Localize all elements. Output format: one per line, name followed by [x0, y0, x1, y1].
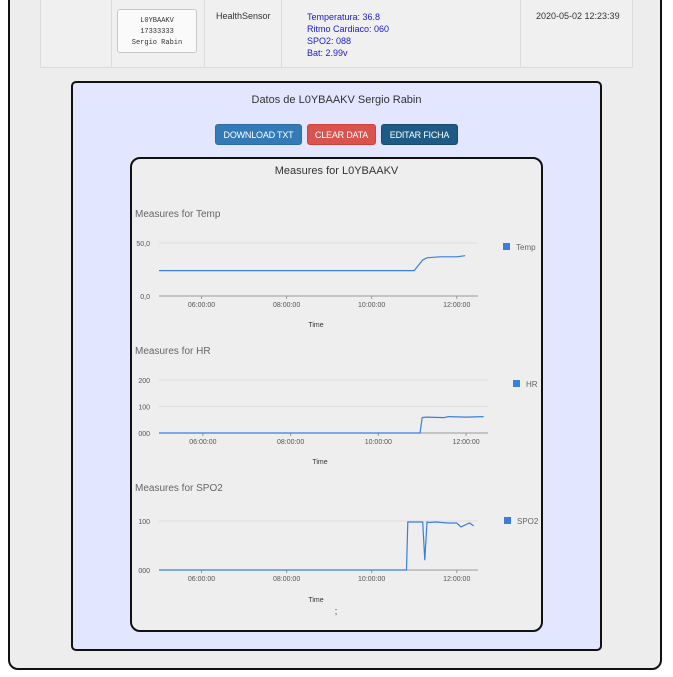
x-tick-label: 10:00:00 — [358, 576, 385, 583]
x-axis-label: Time — [312, 459, 327, 466]
legend-swatch — [504, 517, 511, 524]
legend-label: SPO2 — [517, 517, 539, 526]
series-line-hr — [159, 415, 484, 434]
x-tick-label: 08:00:00 — [273, 576, 300, 583]
x-tick-label: 06:00:00 — [189, 439, 216, 446]
x-axis-label: Time — [308, 597, 323, 604]
x-tick-label: 08:00:00 — [273, 302, 300, 309]
x-tick-label: 12:00:00 — [452, 439, 479, 446]
y-tick-label: 50,0 — [136, 241, 150, 248]
x-tick-label: 12:00:00 — [443, 576, 470, 583]
y-tick-label: 000 — [138, 431, 150, 438]
series-line-spo2 — [159, 521, 475, 571]
measure-charts: Measures for Temp 0,0 50,0 06:00:00 08:00:00… — [135, 209, 539, 616]
legend-label: HR — [526, 380, 538, 389]
y-tick-label: 200 — [138, 378, 150, 385]
chart-title: Measures for HR — [135, 346, 211, 357]
y-tick-label: 000 — [138, 568, 150, 575]
x-axis-label: Time — [308, 322, 323, 329]
footer-mark: ; — [335, 606, 338, 616]
legend-swatch — [513, 380, 520, 387]
x-tick-label: 06:00:00 — [188, 576, 215, 583]
chart-title: Measures for Temp — [135, 209, 221, 220]
x-tick-label: 06:00:00 — [188, 302, 215, 309]
legend-swatch — [503, 243, 510, 250]
y-tick-label: 100 — [138, 405, 150, 412]
x-tick-label: 08:00:00 — [277, 439, 304, 446]
series-line-temp — [159, 255, 466, 272]
x-tick-label: 12:00:00 — [443, 302, 470, 309]
legend-label: Temp — [516, 243, 536, 252]
y-tick-label: 100 — [138, 519, 150, 526]
y-tick-label: 0,0 — [140, 294, 150, 301]
x-tick-label: 10:00:00 — [365, 439, 392, 446]
chart-title: Measures for SPO2 — [135, 483, 223, 494]
x-tick-label: 10:00:00 — [358, 302, 385, 309]
